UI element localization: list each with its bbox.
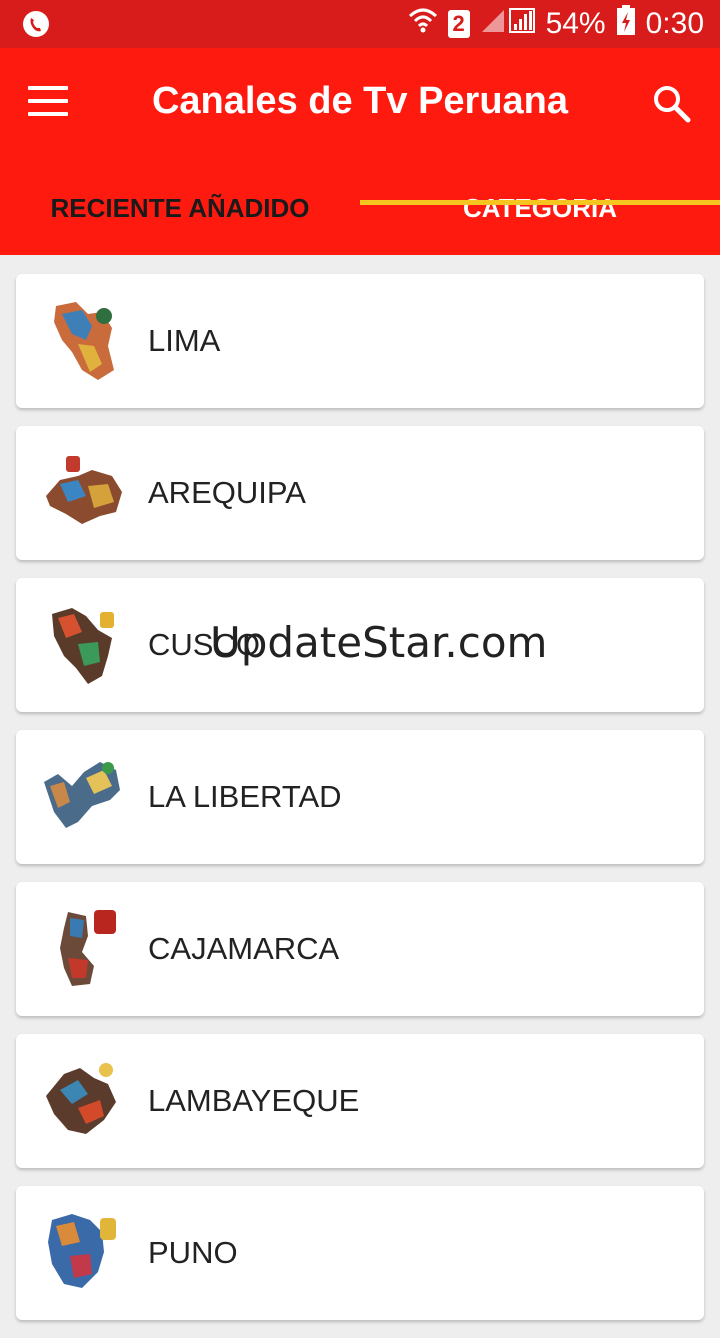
category-label: CUSCO — [148, 627, 260, 662]
category-item-la-libertad[interactable]: LA LIBERTAD — [16, 730, 704, 864]
tab-indicator — [360, 200, 720, 205]
category-item-puno[interactable]: PUNO — [16, 1186, 704, 1320]
category-list: LIMA AREQUIPA CUSCO LA LIBERTAD CAJAMARC… — [16, 274, 704, 1338]
region-map-icon — [44, 762, 120, 828]
page-title: Canales de Tv Peruana — [151, 80, 569, 122]
sim-slot-badge: 2 — [447, 10, 470, 38]
region-map-icon — [60, 910, 116, 986]
category-item-lima[interactable]: LIMA — [16, 274, 704, 408]
category-label: AREQUIPA — [148, 475, 306, 510]
app-bar: Canales de Tv Peruana RECIENTE AÑADIDO C… — [0, 48, 720, 255]
region-map-icon — [54, 302, 114, 380]
clock: 0:30 — [645, 7, 704, 40]
category-label: CAJAMARCA — [148, 931, 340, 966]
tab-categoria[interactable]: CATEGORIA — [360, 178, 720, 255]
category-label: LA LIBERTAD — [148, 779, 342, 814]
search-icon[interactable] — [652, 84, 692, 124]
region-map-icon — [52, 608, 114, 684]
region-map-icon — [48, 1214, 116, 1288]
battery-percent: 54% — [545, 7, 606, 40]
category-label: LAMBAYEQUE — [148, 1083, 360, 1118]
battery-charging-icon — [616, 4, 636, 44]
phone-call-icon — [22, 10, 50, 43]
signal-icon — [480, 6, 536, 42]
category-item-cajamarca[interactable]: CAJAMARCA — [16, 882, 704, 1016]
category-label: LIMA — [148, 323, 221, 358]
category-label: PUNO — [148, 1235, 238, 1270]
category-item-cusco[interactable]: CUSCO — [16, 578, 704, 712]
tab-reciente-anadido[interactable]: RECIENTE AÑADIDO — [0, 178, 360, 255]
wifi-icon — [408, 6, 438, 42]
category-item-arequipa[interactable]: AREQUIPA — [16, 426, 704, 560]
category-item-lambayeque[interactable]: LAMBAYEQUE — [16, 1034, 704, 1168]
region-map-icon — [46, 1063, 116, 1134]
region-map-icon — [46, 456, 122, 524]
tab-bar: RECIENTE AÑADIDO CATEGORIA — [0, 178, 720, 255]
status-bar: 2 54% 0:30 — [0, 0, 720, 48]
